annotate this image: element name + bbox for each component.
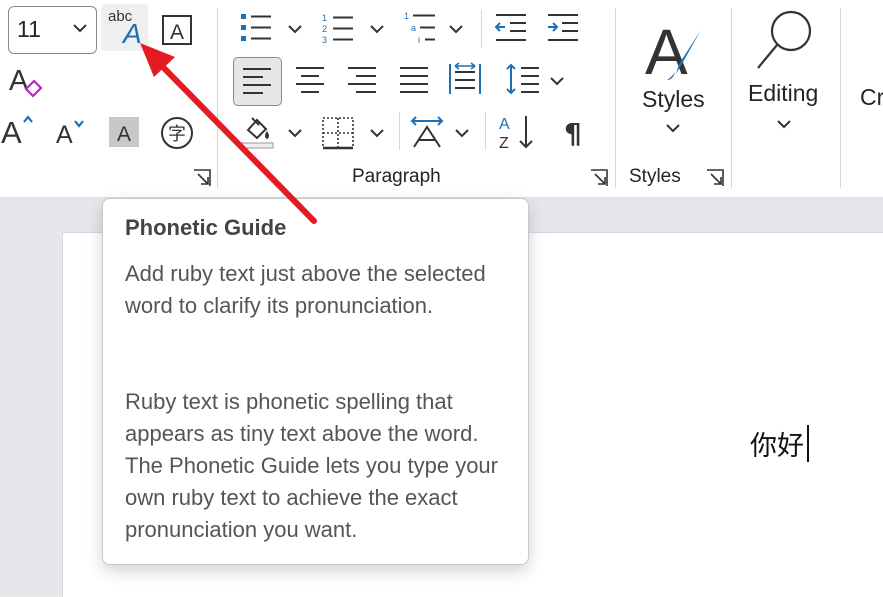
- separator: [399, 112, 400, 150]
- tooltip-paragraph-1: Add ruby text just above the selected wo…: [125, 261, 486, 318]
- svg-text:A: A: [645, 16, 688, 86]
- asian-layout-icon[interactable]: [408, 113, 446, 149]
- group-separator: [615, 8, 616, 188]
- align-left-button[interactable]: [233, 57, 282, 106]
- multilevel-list-icon[interactable]: 1 a i: [403, 10, 437, 46]
- paragraph-group-label: Paragraph: [352, 166, 441, 187]
- shading-icon[interactable]: [240, 114, 274, 150]
- svg-text:1: 1: [404, 11, 409, 21]
- svg-text:i: i: [418, 35, 420, 45]
- styles-button[interactable]: A Styles: [625, 8, 720, 148]
- svg-text:2: 2: [322, 24, 327, 34]
- chevron-down-icon[interactable]: [288, 128, 302, 138]
- separator: [485, 112, 486, 150]
- editing-button[interactable]: Editing: [742, 6, 834, 136]
- group-separator: [217, 8, 218, 188]
- document-text[interactable]: 你好: [750, 424, 804, 463]
- truncated-ribbon-label[interactable]: Cr: [860, 84, 883, 111]
- phonetic-guide-button[interactable]: abc A: [101, 4, 148, 51]
- chevron-down-icon[interactable]: [550, 76, 564, 86]
- svg-text:A: A: [170, 21, 184, 44]
- phonetic-guide-tooltip: Phonetic Guide Add ruby text just above …: [102, 198, 529, 565]
- svg-text:Z: Z: [499, 135, 509, 151]
- group-separator: [731, 8, 732, 188]
- font-dialog-launcher-icon[interactable]: [192, 168, 212, 188]
- styles-dialog-launcher-icon[interactable]: [705, 168, 725, 188]
- chevron-down-icon[interactable]: [455, 128, 469, 138]
- shrink-font-icon[interactable]: A: [55, 116, 87, 146]
- chevron-down-icon[interactable]: [370, 24, 384, 34]
- borders-icon[interactable]: [321, 116, 355, 150]
- styles-icon: A: [645, 16, 701, 86]
- font-size-value: 11: [17, 16, 41, 42]
- decrease-indent-icon[interactable]: [494, 12, 528, 44]
- chevron-down-icon: [777, 120, 791, 129]
- tooltip-paragraph-2: Ruby text is phonetic spelling that appe…: [125, 389, 498, 542]
- chevron-down-icon[interactable]: [370, 128, 384, 138]
- separator: [481, 10, 482, 48]
- text-cursor: [807, 425, 809, 462]
- increase-indent-icon[interactable]: [546, 12, 580, 44]
- chevron-down-icon[interactable]: [73, 23, 87, 33]
- svg-text:A: A: [117, 123, 131, 146]
- sort-icon[interactable]: A Z: [498, 113, 538, 151]
- show-formatting-marks-icon[interactable]: ¶: [563, 117, 587, 147]
- enclose-characters-icon[interactable]: 字: [160, 116, 194, 150]
- character-shading-icon[interactable]: A: [108, 116, 140, 148]
- svg-text:字: 字: [168, 124, 186, 145]
- group-separator: [840, 8, 841, 188]
- paragraph-dialog-launcher-icon[interactable]: [589, 168, 609, 188]
- styles-button-label: Styles: [642, 86, 705, 112]
- clear-formatting-icon[interactable]: A: [8, 62, 44, 98]
- font-size-combobox[interactable]: 11: [8, 6, 97, 54]
- bullets-icon[interactable]: [239, 12, 273, 44]
- svg-text:3: 3: [322, 35, 327, 45]
- distributed-icon[interactable]: [448, 62, 482, 96]
- svg-text:¶: ¶: [564, 117, 582, 147]
- grow-font-icon[interactable]: A: [1, 113, 37, 147]
- character-border-icon[interactable]: A: [161, 14, 193, 46]
- numbering-icon[interactable]: 1 2 3: [321, 12, 355, 46]
- phonetic-guide-icon: abc A: [108, 8, 142, 49]
- svg-text:A: A: [499, 116, 510, 133]
- line-spacing-icon[interactable]: [505, 62, 541, 96]
- justify-icon[interactable]: [398, 65, 430, 95]
- svg-text:a: a: [411, 23, 416, 33]
- editing-button-label: Editing: [748, 80, 819, 106]
- tooltip-title: Phonetic Guide: [125, 215, 287, 240]
- search-icon: [757, 10, 812, 69]
- chevron-down-icon[interactable]: [288, 24, 302, 34]
- svg-text:A: A: [1, 115, 22, 147]
- svg-text:A: A: [9, 65, 29, 97]
- align-center-icon[interactable]: [294, 65, 326, 95]
- chevron-down-icon: [666, 124, 680, 133]
- ribbon: 11 abc A A A A A A 字 1 2 3 1 a i A Z ¶ P…: [0, 0, 883, 198]
- svg-text:1: 1: [322, 13, 327, 23]
- align-left-icon: [243, 68, 271, 94]
- styles-group-label: Styles: [629, 166, 681, 187]
- chevron-down-icon[interactable]: [449, 24, 463, 34]
- svg-text:A: A: [56, 121, 73, 146]
- align-right-icon[interactable]: [346, 65, 378, 95]
